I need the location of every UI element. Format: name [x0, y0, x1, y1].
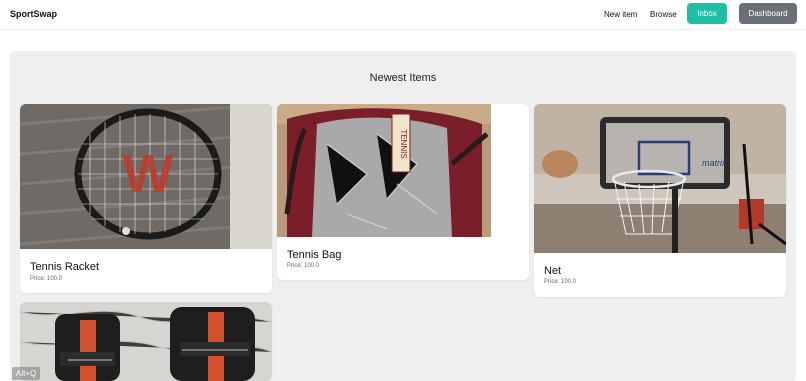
new-item-link[interactable]: New item: [604, 10, 637, 19]
item-title[interactable]: Tennis Bag: [287, 249, 341, 261]
svg-text:W: W: [123, 144, 174, 204]
svg-text:TENNIS: TENNIS: [399, 129, 408, 158]
tennis-racket-photo: W: [20, 104, 272, 249]
item-price: Price: 100.0: [544, 279, 577, 285]
inbox-button[interactable]: Inbox: [687, 3, 727, 24]
tennis-bag-photo: TENNIS: [277, 104, 529, 237]
item-title[interactable]: Tennis Racket: [30, 261, 99, 273]
item-card-dumbbells[interactable]: [20, 302, 272, 381]
item-price: Price: 100.0: [287, 263, 320, 269]
item-price: Price: 100.0: [30, 276, 63, 282]
dumbbells-photo: [20, 302, 272, 381]
basketball-net-photo: matrix: [534, 104, 786, 253]
browse-link[interactable]: Browse: [650, 10, 677, 19]
keyboard-shortcut-badge: Alt+Q: [12, 367, 41, 380]
dashboard-button[interactable]: Dashboard: [739, 3, 797, 24]
item-card-tennis-racket[interactable]: W Tennis Racket Price: 100.0: [20, 104, 272, 293]
navbar: SportSwap New item Browse Inbox Dashboar…: [0, 0, 806, 30]
item-card-tennis-bag[interactable]: TENNIS Tennis Bag Price: 100.0: [277, 104, 529, 280]
brand-logo[interactable]: SportSwap: [10, 9, 57, 19]
svg-text:matrix: matrix: [702, 158, 727, 168]
item-card-net[interactable]: matrix Net Price: 100.0: [534, 104, 786, 297]
item-title[interactable]: Net: [544, 265, 561, 277]
section-title: Newest Items: [369, 72, 437, 84]
